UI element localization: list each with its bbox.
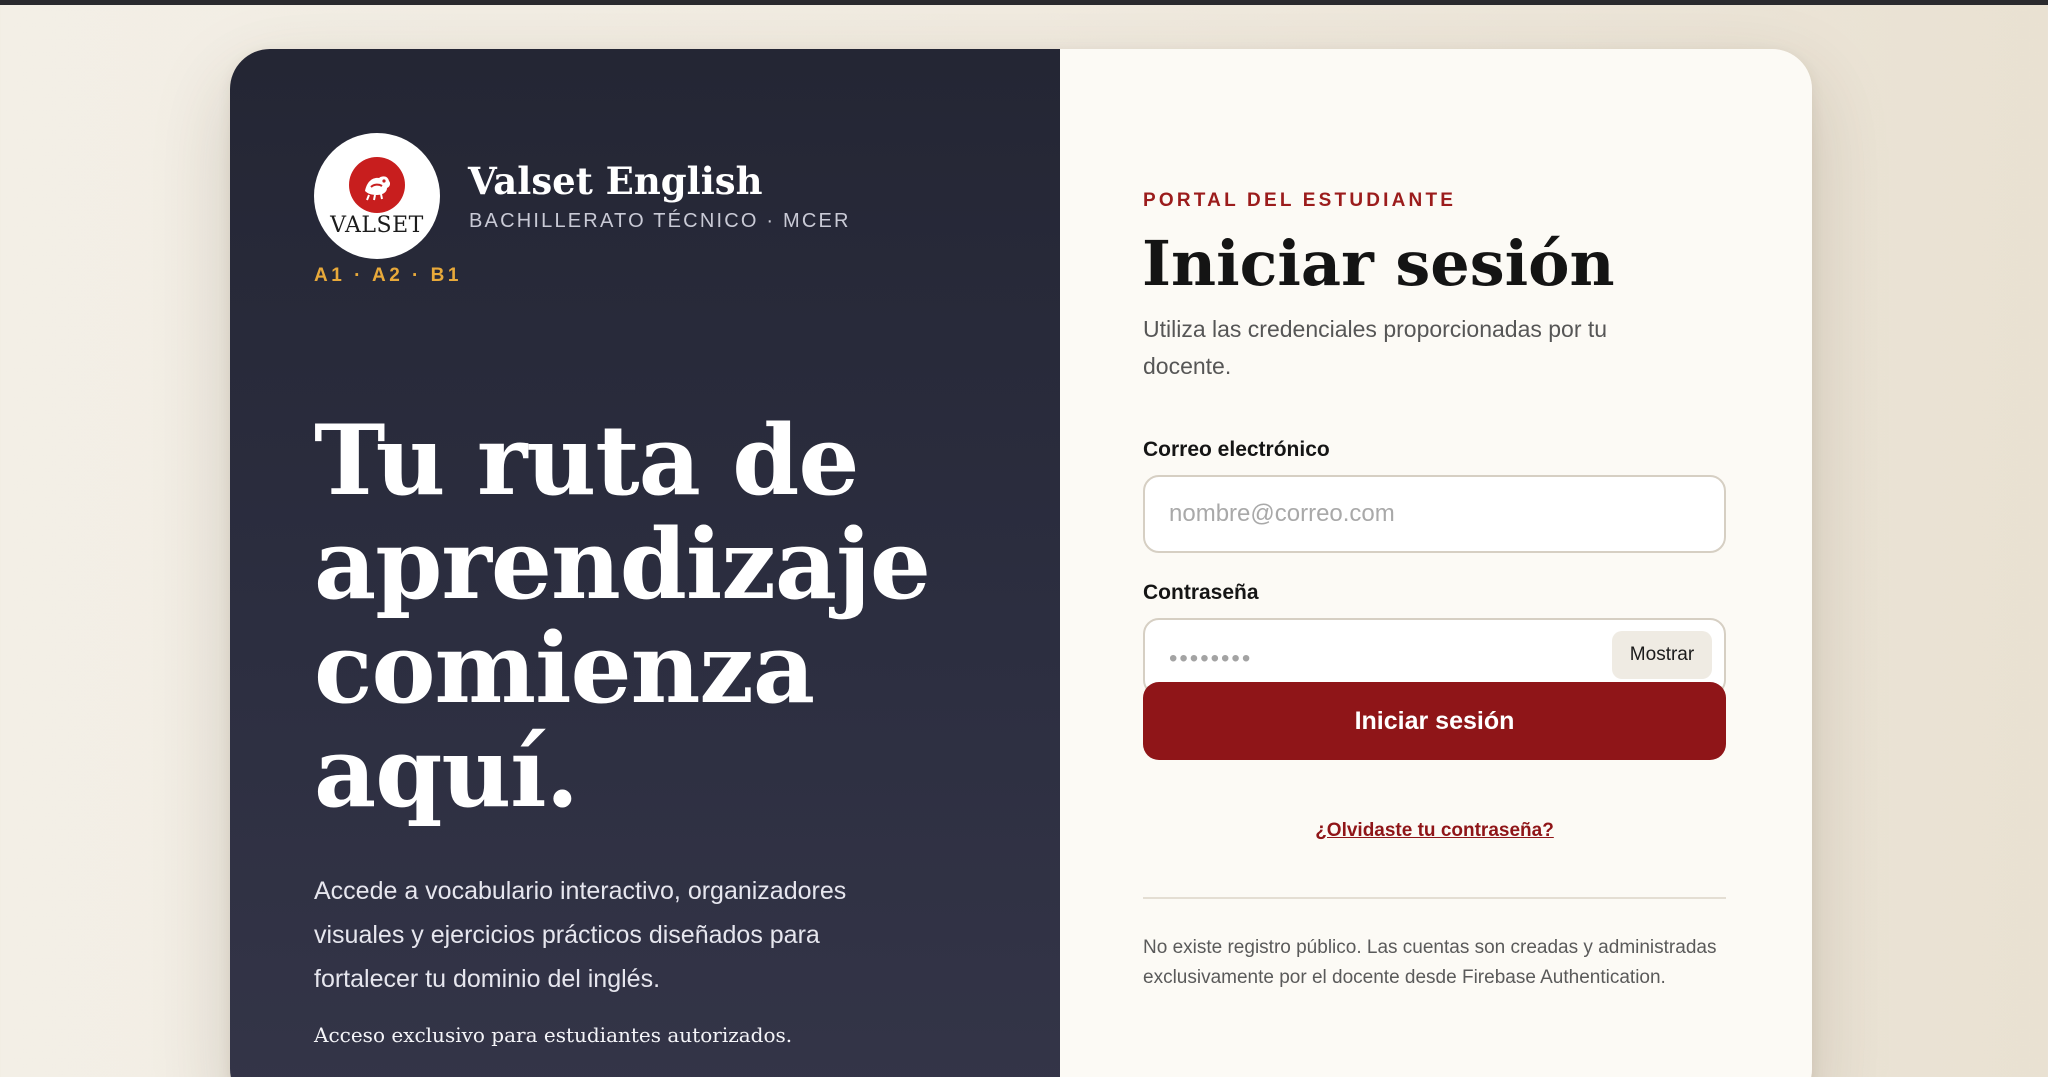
brand-logo: VALSET	[314, 133, 440, 259]
divider	[1143, 897, 1726, 899]
login-panel: PORTAL DEL ESTUDIANTE Iniciar sesión Uti…	[1060, 49, 1812, 1077]
valset-emblem-icon	[349, 157, 405, 213]
hero-panel: VALSET Valset English BACHILLERATO TÉCNI…	[230, 49, 1060, 1077]
password-label: Contraseña	[1143, 581, 1259, 604]
login-submit-button[interactable]: Iniciar sesión	[1143, 682, 1726, 760]
exclusive-access-note: Acceso exclusivo para estudiantes autori…	[314, 1023, 793, 1047]
levels-badge: A1 · A2 · B1	[314, 265, 462, 286]
portal-eyebrow: PORTAL DEL ESTUDIANTE	[1143, 190, 1457, 211]
password-field[interactable]: ••••••••	[1169, 645, 1252, 673]
hero-description: Accede a vocabulario interactivo, organi…	[314, 877, 847, 993]
email-field[interactable]	[1169, 477, 1609, 551]
login-title: Iniciar sesión	[1142, 227, 1615, 300]
login-card: VALSET Valset English BACHILLERATO TÉCNI…	[230, 49, 1812, 1077]
login-subtitle: Utiliza las credenciales proporcionadas …	[1143, 316, 1608, 379]
email-field-wrapper	[1143, 475, 1726, 553]
forgot-password-link[interactable]: ¿Olvidaste tu contraseña?	[1143, 820, 1726, 842]
show-password-button[interactable]: Mostrar	[1612, 631, 1712, 679]
registration-note: No existe registro público. Las cuentas …	[1143, 937, 1717, 988]
email-label: Correo electrónico	[1143, 438, 1330, 461]
logo-wordmark: VALSET	[330, 213, 424, 238]
window-top-bar	[0, 0, 2048, 5]
brand-subtitle: BACHILLERATO TÉCNICO · MCER	[469, 210, 851, 232]
hero-headline: Tu ruta de aprendizaje comienza aquí.	[314, 404, 931, 829]
brand-name: Valset English	[468, 159, 763, 203]
